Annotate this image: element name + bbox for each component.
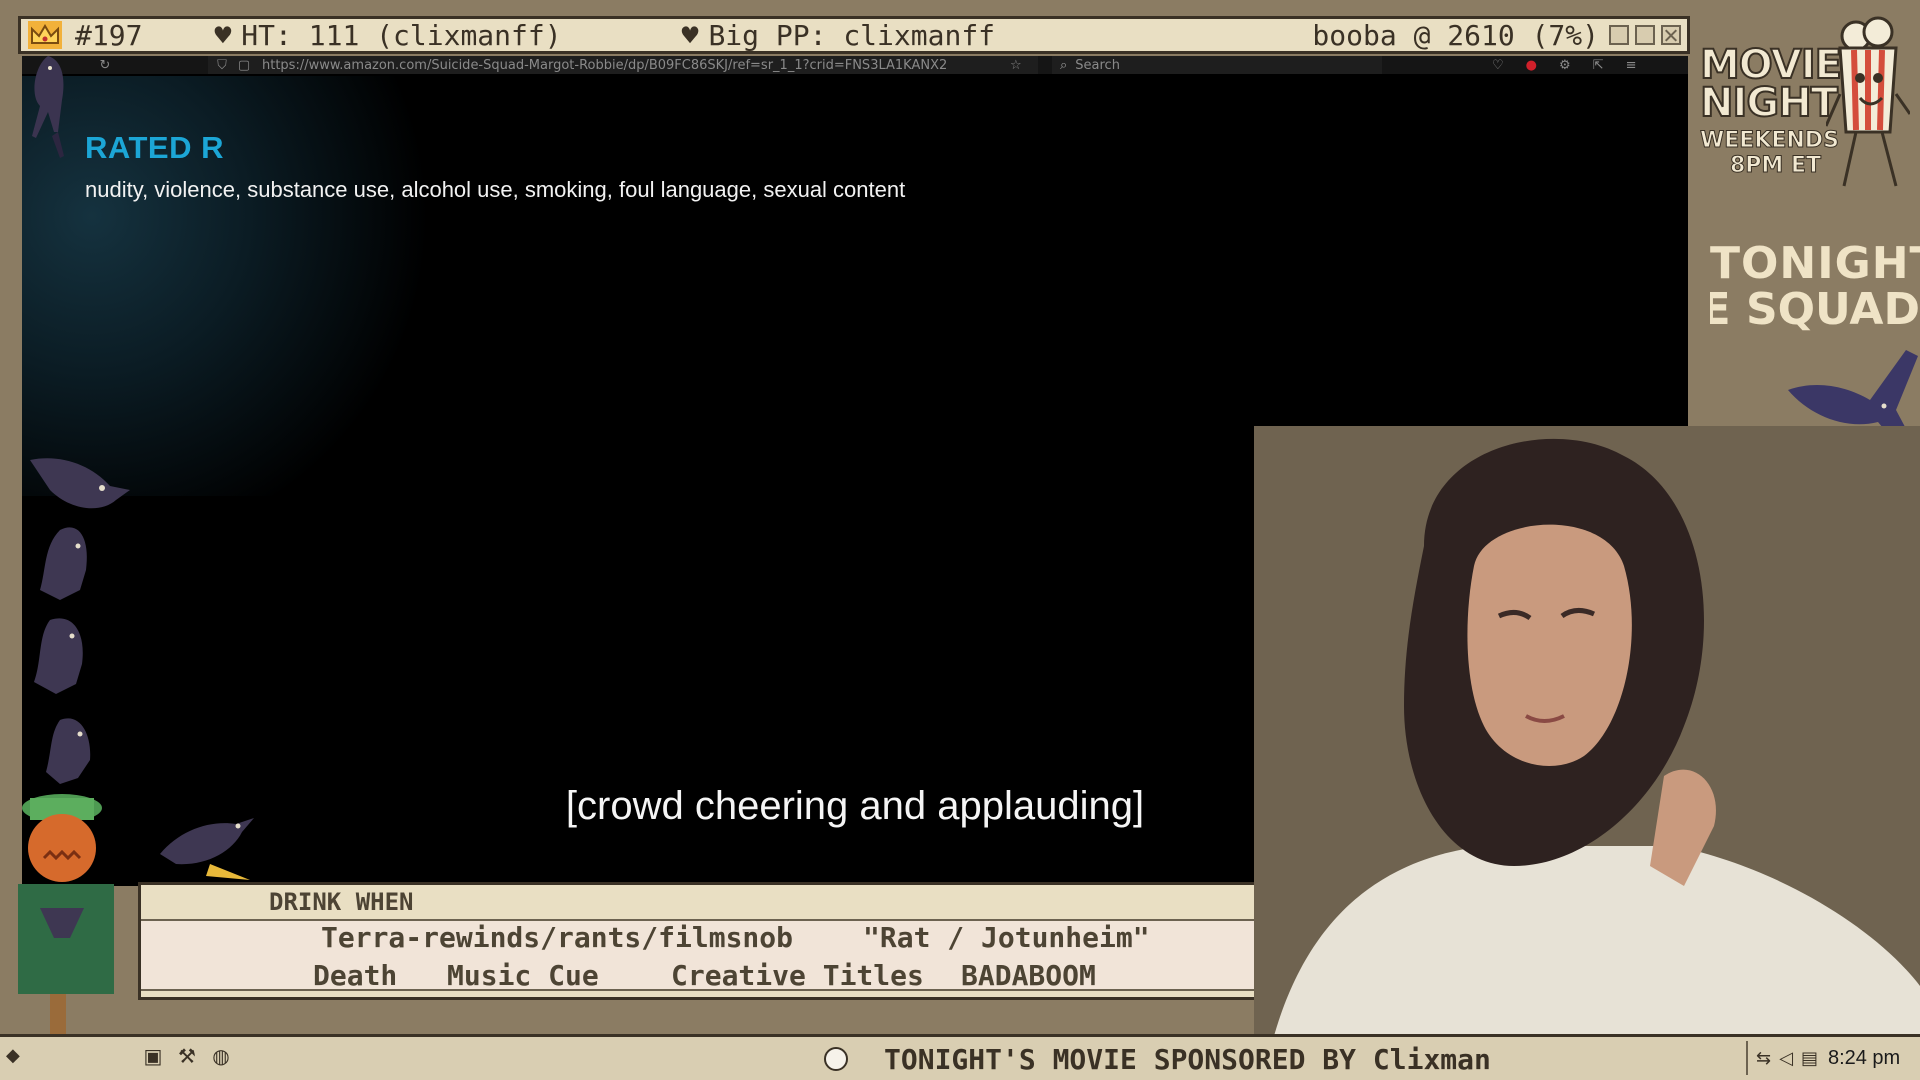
popcorn-mascot-icon xyxy=(1826,16,1910,187)
pocket-icon[interactable]: ♡ xyxy=(1492,58,1504,73)
heart-icon: ♥ xyxy=(681,18,699,52)
clock: 8:24 pm xyxy=(1827,1046,1901,1069)
goal-progress-text: booba @ 2610 (7%) xyxy=(1312,18,1599,52)
rating-label: RATED R xyxy=(85,130,224,165)
shield-icon[interactable]: ⛉ xyxy=(214,58,230,73)
taskbar-icons: ▣ ⚒ ◍ xyxy=(140,1043,242,1069)
volume-icon[interactable]: ◁ xyxy=(1779,1048,1793,1069)
top-title-bar: #197 ♥ HT: 111 (clixmanff) ♥ Big PP: cli… xyxy=(18,16,1690,54)
reload-icon[interactable]: ↻ xyxy=(98,58,112,73)
extension-icon[interactable]: ⚙ xyxy=(1559,58,1571,73)
drink-rule: Music Cue xyxy=(447,959,599,992)
drink-rule: BADABOOM xyxy=(961,959,1096,992)
system-tray: ⇆ ◁ ▤ 8:24 pm xyxy=(1746,1041,1920,1075)
content-advisory: nudity, violence, substance use, alcohol… xyxy=(85,177,906,202)
drink-rule: Creative Titles xyxy=(671,959,924,992)
sponsor-ticker: TONIGHT'S MOVIE SPONSORED BY Clixman xyxy=(884,1043,1491,1076)
display-icon[interactable]: ▤ xyxy=(1801,1048,1818,1069)
bookmark-star-icon[interactable]: ☆ xyxy=(1010,58,1022,73)
browser-search-box[interactable]: ⌕ Search xyxy=(1052,56,1382,74)
ticker-dot-icon xyxy=(824,1047,848,1071)
drink-rule: Death xyxy=(313,959,398,992)
hype-train-text: HT: 111 (clixmanff) xyxy=(241,18,562,52)
address-bar[interactable]: ⛉ ▢ https://www.amazon.com/Suicide-Squad… xyxy=(208,56,1038,74)
movie-night-logo: MOVIE NIGHT WEEKENDS 8PM ET xyxy=(1699,42,1843,196)
close-button[interactable] xyxy=(1661,25,1681,45)
crow-stack-decoration xyxy=(30,458,130,784)
crow-icon xyxy=(160,818,254,880)
drink-rule: Terra-rewinds/rants/filmsnob xyxy=(321,921,794,954)
scarecrow-decoration xyxy=(18,794,114,1038)
drink-rules-panel: Terra-rewinds/rants/filmsnob "Rat / Jotu… xyxy=(141,919,1371,992)
tonight-movie-title: ICIDE SQUAD xyxy=(1710,284,1920,335)
lock-icon: ▢ xyxy=(237,57,251,73)
drink-when-title: DRINK WHEN xyxy=(269,888,414,916)
browser-toolbar: ↻ ⛉ ▢ https://www.amazon.com/Suicide-Squ… xyxy=(22,56,1688,74)
heart-icon: ♥ xyxy=(214,18,232,52)
chat-count: #197 xyxy=(75,18,143,52)
globe-icon[interactable]: ◍ xyxy=(208,1043,234,1069)
crow-icon xyxy=(32,56,64,158)
maximize-button[interactable] xyxy=(1635,25,1655,45)
logo-line: MOVIE xyxy=(1699,42,1843,88)
search-icon: ⌕ xyxy=(1060,57,1068,73)
url-text[interactable]: https://www.amazon.com/Suicide-Squad-Mar… xyxy=(262,58,1002,73)
logo-schedule-time: 8PM ET xyxy=(1730,153,1822,178)
network-icon[interactable]: ⇆ xyxy=(1756,1048,1771,1069)
folder-icon[interactable]: ▣ xyxy=(140,1043,166,1069)
start-icon[interactable]: ◆ xyxy=(6,1045,20,1066)
streamer-silhouette xyxy=(1254,426,1920,1036)
tools-icon[interactable]: ⚒ xyxy=(174,1043,200,1069)
search-placeholder: Search xyxy=(1075,57,1120,73)
crown-icon xyxy=(27,20,63,50)
big-pp-text: Big PP: clixmanff xyxy=(708,18,996,52)
webcam-feed xyxy=(1254,426,1920,1036)
drink-rule: "Rat / Jotunheim" xyxy=(863,921,1150,954)
record-icon[interactable]: ● xyxy=(1526,58,1537,73)
share-icon[interactable]: ⇱ xyxy=(1593,58,1604,73)
taskbar: ◆ ▣ ⚒ ◍ TONIGHT'S MOVIE SPONSORED BY Cli… xyxy=(0,1034,1920,1080)
logo-schedule: WEEKENDS xyxy=(1700,128,1840,154)
drink-when-window: DRINK WHEN Terra-rewinds/rants/filmsnob … xyxy=(138,882,1374,1000)
logo-line: NIGHT xyxy=(1699,80,1839,126)
menu-icon[interactable]: ≡ xyxy=(1626,58,1637,73)
minimize-button[interactable] xyxy=(1609,25,1629,45)
tonight-label: TONIGHT: xyxy=(1710,238,1920,289)
